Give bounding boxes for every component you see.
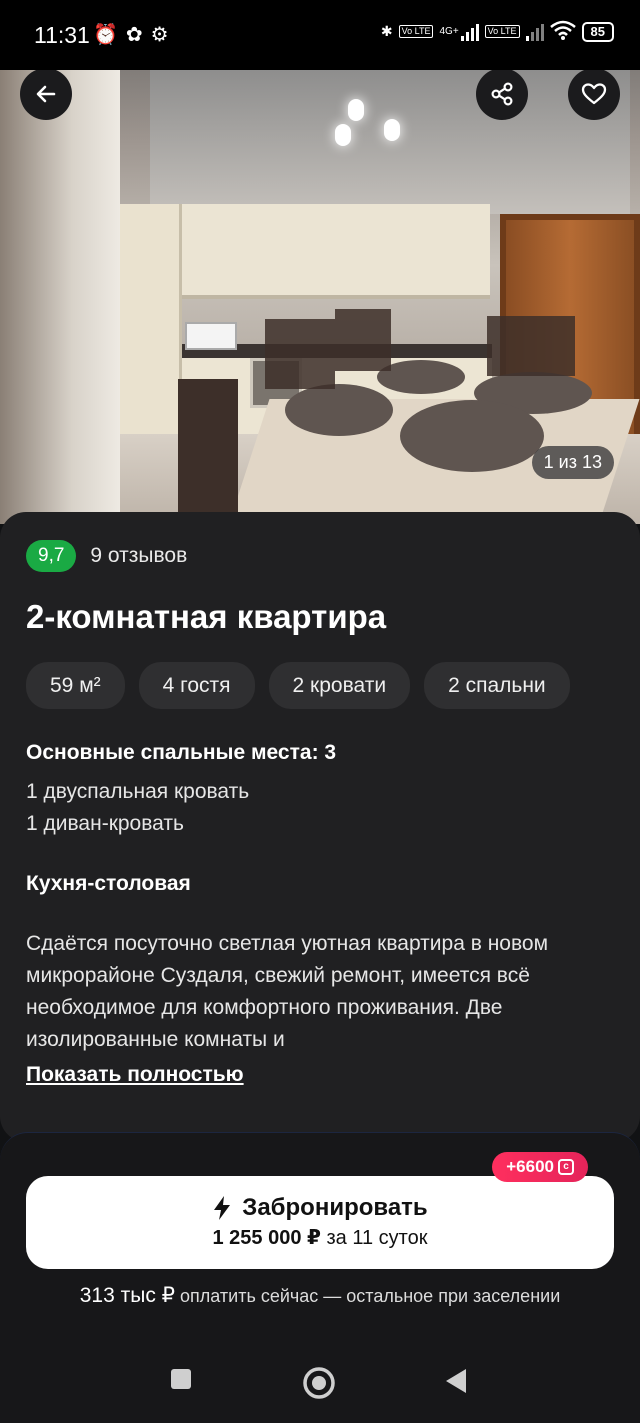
chip-beds: 2 кровати <box>268 662 411 709</box>
alarm-icon: ⏰ <box>93 24 118 46</box>
rating-badge: 9,7 <box>26 540 77 572</box>
listing-title: 2-комнатная квартира <box>26 598 387 635</box>
lightning-icon <box>214 1196 231 1220</box>
show-more-link[interactable]: Показать полностью <box>26 1063 244 1087</box>
signal-icon-2 <box>525 23 544 41</box>
photo-counter: 1 из 13 <box>531 446 614 479</box>
battery-icon: 85 <box>581 21 614 42</box>
system-nav-bar <box>0 1340 640 1423</box>
reviews-link[interactable]: 9 отзывов <box>90 544 187 568</box>
bonus-badge: +6600 c <box>492 1152 588 1182</box>
square-icon <box>171 1369 191 1389</box>
volte-icon: Vo LTE <box>398 25 434 38</box>
circle-icon <box>303 1367 335 1399</box>
listing-photo[interactable]: 1 из 13 <box>0 54 640 524</box>
bed-item: 1 двуспальная кровать <box>26 780 250 803</box>
arrow-left-icon <box>36 85 56 103</box>
chip-guests: 4 гостя <box>138 662 255 709</box>
features-chips: 59 м² 4 гостя 2 кровати 2 спальни <box>26 662 570 709</box>
share-icon <box>491 82 513 106</box>
back-button[interactable] <box>20 68 72 120</box>
back-nav-button[interactable] <box>444 1368 468 1399</box>
description-text: Сдаётся посуточно светлая уютная квартир… <box>26 932 549 1051</box>
rating-row[interactable]: 9,7 9 отзывов <box>26 540 187 572</box>
status-bar: 11:31 ⏰ ✿ ⚙ ✱ Vo LTE 4G+ Vo LTE 85 <box>0 0 640 70</box>
app-notification-icon: ✿ <box>125 24 143 46</box>
signal-icon <box>460 23 479 41</box>
book-button[interactable]: Забронировать 1 255 000 ₽ за 11 суток <box>26 1176 614 1269</box>
recent-apps-button[interactable] <box>170 1368 192 1395</box>
prepay-amount: 313 тыс ₽ <box>79 1284 176 1307</box>
heart-icon <box>581 83 607 105</box>
bluetooth-icon: ✱ <box>380 23 393 39</box>
stay-period: за 11 суток <box>326 1227 428 1249</box>
total-price: 1 255 000 ₽ <box>212 1227 321 1249</box>
wifi-icon <box>549 20 576 43</box>
chip-bedrooms: 2 спальни <box>424 662 570 709</box>
coin-icon: c <box>558 1159 574 1175</box>
book-button-label: Забронировать <box>242 1194 428 1221</box>
chip-area: 59 м² <box>26 662 125 709</box>
settings-gear-icon: ⚙ <box>150 24 169 46</box>
payment-note: 313 тыс ₽ оплатить сейчас — остальное пр… <box>0 1283 640 1308</box>
network-type-label: 4G+ <box>439 26 459 37</box>
status-time: 11:31 <box>34 22 90 48</box>
favorite-button[interactable] <box>568 68 620 120</box>
home-button[interactable] <box>302 1366 336 1405</box>
room-section-heading: Кухня-столовая <box>26 872 191 895</box>
bed-item: 1 диван-кровать <box>26 812 184 835</box>
volte-icon-2: Vo LTE <box>484 25 520 38</box>
triangle-back-icon <box>446 1369 466 1393</box>
prepay-text: оплатить сейчас — остальное при заселени… <box>180 1286 561 1306</box>
share-button[interactable] <box>476 68 528 120</box>
sleeping-places-heading: Основные спальные места: 3 <box>26 741 337 764</box>
listing-details-card: 9,7 9 отзывов 2-комнатная квартира 59 м²… <box>0 512 640 1142</box>
